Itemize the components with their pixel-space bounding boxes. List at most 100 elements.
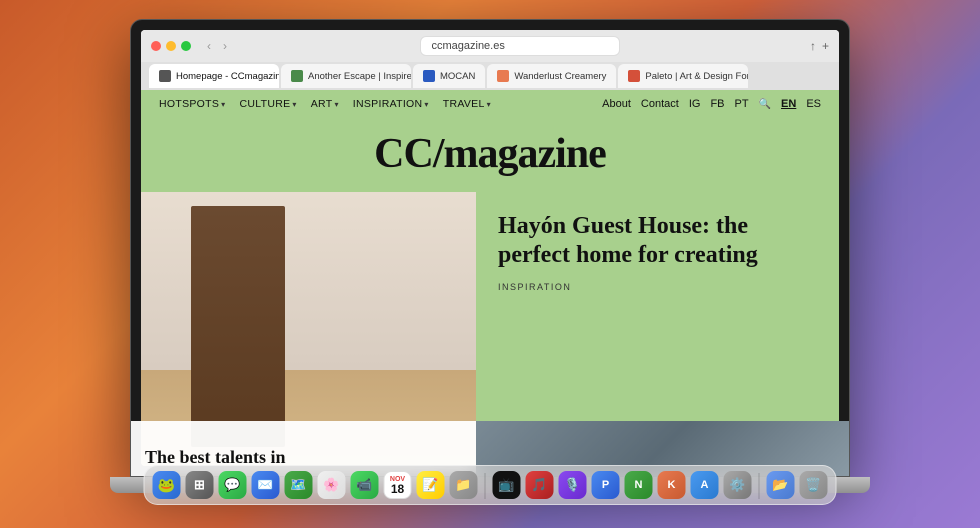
- back-button[interactable]: ‹: [203, 37, 215, 55]
- nav-culture[interactable]: CULTURE ▾: [239, 98, 296, 110]
- dock-systemprefs[interactable]: ⚙️: [724, 471, 752, 499]
- dock-pages[interactable]: P: [592, 471, 620, 499]
- tab-label-paleto: Paleto | Art & Design For Your Every Day: [645, 71, 748, 82]
- dock-finder2[interactable]: 📂: [767, 471, 795, 499]
- chevron-hotspots: ▾: [221, 100, 225, 109]
- nav-inspiration-label: INSPIRATION: [353, 98, 423, 110]
- finder2-icon: 📂: [772, 477, 788, 493]
- nav-travel[interactable]: TRAVEL ▾: [443, 98, 491, 110]
- dock: 🐸 ⊞ 💬 ✉️ 🗺️ 🌸 📹 NOV 18 📝 📁: [144, 465, 837, 505]
- files-icon: 📁: [455, 477, 471, 493]
- appletv-icon: 📺: [498, 477, 514, 493]
- launchpad-icon: ⊞: [194, 477, 205, 493]
- messages-icon: 💬: [224, 477, 240, 493]
- feature-category: INSPIRATION: [498, 282, 817, 292]
- tab-another-escape[interactable]: Another Escape | Inspired by nature: [281, 64, 411, 88]
- nav-travel-label: TRAVEL: [443, 98, 485, 110]
- systemprefs-icon: ⚙️: [729, 477, 745, 493]
- new-tab-button[interactable]: +: [822, 39, 829, 53]
- dock-photos[interactable]: 🌸: [318, 471, 346, 499]
- maps-icon: 🗺️: [290, 477, 306, 493]
- nav-inspiration[interactable]: INSPIRATION ▾: [353, 98, 429, 110]
- nav-contact[interactable]: Contact: [641, 98, 679, 110]
- dock-appstore[interactable]: A: [691, 471, 719, 499]
- maximize-button[interactable]: [181, 41, 191, 51]
- finder-icon: 🐸: [158, 477, 175, 494]
- close-button[interactable]: [151, 41, 161, 51]
- dock-calendar[interactable]: NOV 18: [384, 471, 412, 499]
- dock-keynote[interactable]: K: [658, 471, 686, 499]
- numbers-icon: N: [635, 479, 643, 491]
- tab-label-homepage: Homepage - CCmagazine: [176, 71, 279, 82]
- tab-favicon-homepage: [159, 70, 171, 82]
- nav-hotspots[interactable]: HOTSPOTS ▾: [159, 98, 225, 110]
- dock-notes[interactable]: 📝: [417, 471, 445, 499]
- share-button[interactable]: ↑: [810, 39, 816, 53]
- nav-fb[interactable]: FB: [710, 98, 724, 110]
- screen-inner: ‹ › ccmagazine.es ↑ + Homepage -: [141, 30, 839, 466]
- tab-label-escape: Another Escape | Inspired by nature: [308, 71, 411, 82]
- mail-icon: ✉️: [257, 477, 273, 493]
- photos-icon: 🌸: [323, 477, 339, 493]
- search-icon[interactable]: 🔍: [759, 99, 771, 110]
- title-bar: ‹ › ccmagazine.es ↑ +: [141, 30, 839, 62]
- forward-button[interactable]: ›: [219, 37, 231, 55]
- nav-hotspots-label: HOTSPOTS: [159, 98, 219, 110]
- url-text: ccmagazine.es: [431, 40, 504, 52]
- bottom-strip: The best talents in: [141, 421, 839, 466]
- keynote-icon: K: [668, 479, 676, 491]
- tab-label-wanderlust: Wanderlust Creamery: [514, 71, 606, 82]
- chevron-culture: ▾: [292, 100, 296, 109]
- nav-lang-es[interactable]: ES: [806, 98, 821, 110]
- dock-messages[interactable]: 💬: [219, 471, 247, 499]
- nav-ig[interactable]: IG: [689, 98, 701, 110]
- chevron-inspiration: ▾: [424, 100, 428, 109]
- nav-about[interactable]: About: [602, 98, 631, 110]
- dock-facetime[interactable]: 📹: [351, 471, 379, 499]
- site-nav: HOTSPOTS ▾ CULTURE ▾ ART ▾ INSPIRATION: [141, 90, 839, 118]
- dock-trash[interactable]: 🗑️: [800, 471, 828, 499]
- room-door: [191, 206, 285, 447]
- dock-podcasts[interactable]: 🎙️: [559, 471, 587, 499]
- dock-finder[interactable]: 🐸: [153, 471, 181, 499]
- dock-divider: [485, 473, 486, 499]
- dock-files[interactable]: 📁: [450, 471, 478, 499]
- chevron-art: ▾: [334, 100, 338, 109]
- appstore-icon: A: [701, 479, 709, 491]
- nav-lang-en[interactable]: EN: [781, 98, 796, 110]
- nav-culture-label: CULTURE: [239, 98, 290, 110]
- tab-label-mocan: MOCAN: [440, 71, 475, 82]
- traffic-lights: [151, 41, 191, 51]
- tab-favicon-mocan: [423, 70, 435, 82]
- tab-paleto[interactable]: Paleto | Art & Design For Your Every Day: [618, 64, 748, 88]
- tab-favicon-wanderlust: [497, 70, 509, 82]
- site-nav-right: About Contact IG FB PT 🔍 EN ES: [602, 98, 821, 110]
- pages-icon: P: [602, 479, 609, 491]
- site-nav-left: HOTSPOTS ▾ CULTURE ▾ ART ▾ INSPIRATION: [159, 98, 491, 110]
- tab-mocan[interactable]: MOCAN: [413, 64, 485, 88]
- address-bar[interactable]: ccmagazine.es: [420, 36, 620, 56]
- laptop-screen: ‹ › ccmagazine.es ↑ + Homepage -: [130, 19, 850, 477]
- dock-numbers[interactable]: N: [625, 471, 653, 499]
- bottom-left-article[interactable]: The best talents in: [141, 421, 476, 466]
- nav-pt[interactable]: PT: [735, 98, 749, 110]
- tabs-bar: Homepage - CCmagazine Another Escape | I…: [141, 62, 839, 90]
- dock-divider2: [759, 473, 760, 499]
- bottom-right-image: [476, 421, 839, 466]
- tab-favicon-paleto: [628, 70, 640, 82]
- dock-mail[interactable]: ✉️: [252, 471, 280, 499]
- tab-homepage[interactable]: Homepage - CCmagazine: [149, 64, 279, 88]
- website-content: HOTSPOTS ▾ CULTURE ▾ ART ▾ INSPIRATION: [141, 90, 839, 466]
- dock-launchpad[interactable]: ⊞: [186, 471, 214, 499]
- facetime-icon: 📹: [356, 477, 372, 493]
- minimize-button[interactable]: [166, 41, 176, 51]
- nav-buttons: ‹ ›: [203, 37, 231, 55]
- dock-music[interactable]: 🎵: [526, 471, 554, 499]
- tab-wanderlust[interactable]: Wanderlust Creamery: [487, 64, 616, 88]
- dock-appletv[interactable]: 📺: [493, 471, 521, 499]
- bottom-article-headline: The best talents in: [145, 448, 286, 466]
- podcasts-icon: 🎙️: [564, 477, 580, 493]
- nav-art[interactable]: ART ▾: [311, 98, 339, 110]
- feature-headline: Hayón Guest House: the perfect home for …: [498, 212, 817, 270]
- dock-maps[interactable]: 🗺️: [285, 471, 313, 499]
